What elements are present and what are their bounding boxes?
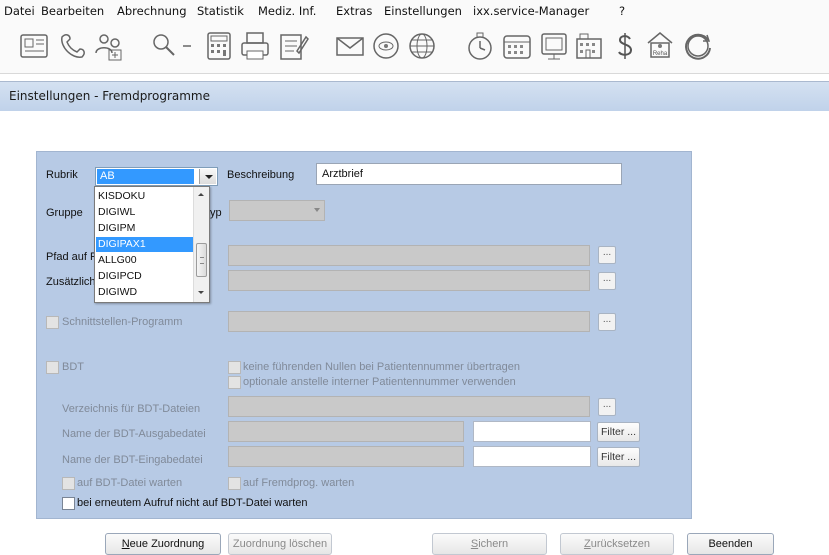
rubrik-select[interactable]: AB — [95, 167, 218, 186]
neue-zuordnung-button[interactable]: Neue Zuordnung — [105, 533, 221, 555]
dropdown-item-digiwl[interactable]: DIGIWL — [96, 205, 193, 220]
ausgabe-filter-button[interactable]: Filter ... — [597, 422, 640, 442]
bdt-checkbox[interactable] — [46, 361, 59, 374]
notepad-icon[interactable] — [276, 29, 310, 63]
beschreibung-input[interactable]: Arztbrief — [316, 163, 622, 185]
auf-fremdprog-warten-label: auf Fremdprog. warten — [243, 477, 355, 489]
pfad-input[interactable] — [228, 245, 590, 266]
dropdown-scrollbar[interactable] — [193, 187, 209, 302]
calendar-icon[interactable] — [500, 29, 534, 63]
dropdown-item-kisdoku[interactable]: KISDOKU — [96, 189, 193, 204]
typ-label: yp — [210, 207, 222, 219]
ausgabe-filter-input[interactable] — [473, 421, 591, 442]
rubrik-selected-value: AB — [97, 169, 194, 184]
pfad-browse-button[interactable]: ... — [598, 246, 616, 264]
presentation-icon[interactable] — [537, 29, 571, 63]
scroll-down-icon[interactable] — [194, 286, 209, 300]
dropdown-item-digipax1[interactable]: DIGIPAX1 — [96, 237, 193, 252]
chevron-down-icon — [314, 208, 320, 212]
mail-icon[interactable] — [333, 29, 367, 63]
printer-icon[interactable] — [238, 29, 272, 63]
toolbar: Reha — [0, 22, 829, 74]
menu-statistik[interactable]: Statistik — [197, 4, 244, 18]
keine-nullen-label: keine führenden Nullen bei Patientennumm… — [243, 361, 521, 373]
optionale-nummer-checkbox[interactable] — [228, 376, 241, 389]
eingabe-filter-input[interactable] — [473, 446, 591, 467]
schnittstelle-browse-button[interactable]: ... — [598, 313, 616, 331]
keine-nullen-checkbox[interactable] — [228, 361, 241, 374]
zusaetzlich-browse-button[interactable]: ... — [598, 272, 616, 290]
schnittstelle-label: Schnittstellen-Programm — [62, 316, 183, 328]
menu-extras[interactable]: Extras — [336, 4, 372, 18]
menu-mediz-inf[interactable]: Mediz. Inf. — [258, 4, 316, 18]
menu-abrechnung[interactable]: Abrechnung — [117, 4, 187, 18]
refresh-globe-icon[interactable] — [681, 29, 715, 63]
auf-bdt-warten-label: auf BDT-Datei warten — [77, 477, 183, 489]
dropdown-item-digiwd[interactable]: DIGIWD — [96, 285, 193, 300]
reha-label: Reha — [653, 51, 668, 57]
window-title: Einstellungen - Fremdprogramme — [9, 89, 210, 103]
erneut-aufruf-checkbox[interactable] — [62, 497, 75, 510]
eingabe-input[interactable] — [228, 446, 464, 467]
dropdown-item-allg00[interactable]: ALLG00 — [96, 253, 193, 268]
timer-icon[interactable] — [463, 29, 497, 63]
eingabe-label: Name der BDT-Eingabedatei — [62, 454, 203, 466]
globe-icon[interactable] — [405, 29, 439, 63]
chevron-down-icon[interactable] — [199, 169, 216, 184]
menu-bar: Datei Bearbeiten Abrechnung Statistik Me… — [0, 0, 829, 22]
verzeichnis-label: Verzeichnis für BDT-Dateien — [62, 403, 201, 415]
ausgabe-label: Name der BDT-Ausgabedatei — [62, 428, 206, 440]
menu-bearbeiten[interactable]: Bearbeiten — [41, 4, 104, 18]
gruppe-label: Gruppe — [46, 207, 83, 219]
search-dropdown-icon[interactable] — [147, 29, 197, 63]
schnittstelle-checkbox[interactable] — [46, 316, 59, 329]
dropdown-item-digipm[interactable]: DIGIPM — [96, 221, 193, 236]
menu-ixx-service-manager[interactable]: ixx.service-Manager — [473, 4, 589, 18]
menu-help[interactable]: ? — [619, 4, 625, 18]
typ-select[interactable] — [229, 200, 325, 221]
phone-icon[interactable] — [56, 29, 90, 63]
menu-einstellungen[interactable]: Einstellungen — [384, 4, 462, 18]
erneut-aufruf-label: bei erneutem Aufruf nicht auf BDT-Datei … — [77, 497, 308, 509]
calculator-icon[interactable] — [202, 29, 236, 63]
dropdown-item-digipcd[interactable]: DIGIPCD — [96, 269, 193, 284]
eingabe-filter-button[interactable]: Filter ... — [597, 447, 640, 467]
scroll-up-icon[interactable] — [194, 188, 209, 202]
zusaetzlich-label: Zusätzlich — [46, 276, 96, 288]
menu-datei[interactable]: Datei — [4, 4, 35, 18]
scroll-thumb[interactable] — [196, 243, 207, 277]
auf-fremdprog-warten-checkbox[interactable] — [228, 477, 241, 490]
zuruecksetzen-button[interactable]: Zurücksetzen — [560, 533, 674, 555]
ausgabe-input[interactable] — [228, 421, 464, 442]
money-icon[interactable] — [369, 29, 403, 63]
reha-icon[interactable]: Reha — [643, 29, 677, 63]
dollar-icon[interactable] — [608, 29, 642, 63]
zusaetzlich-input[interactable] — [228, 270, 590, 291]
schnittstelle-input[interactable] — [228, 311, 590, 332]
window-title-bar: Einstellungen - Fremdprogramme — [0, 81, 829, 111]
zuordnung-loeschen-button[interactable]: Zuordnung löschen — [228, 533, 332, 555]
sichern-button[interactable]: Sichern — [432, 533, 547, 555]
building-icon[interactable] — [572, 29, 606, 63]
rubrik-dropdown-list: KISDOKU DIGIWL DIGIPM DIGIPAX1 ALLG00 DI… — [94, 186, 210, 303]
beschreibung-value: Arztbrief — [322, 168, 363, 180]
beschreibung-label: Beschreibung — [227, 169, 295, 181]
beenden-button[interactable]: Beenden — [687, 533, 774, 555]
bdt-label: BDT — [62, 361, 84, 373]
patient-card-icon[interactable] — [17, 29, 51, 63]
verzeichnis-browse-button[interactable]: ... — [598, 398, 616, 416]
verzeichnis-input[interactable] — [228, 396, 590, 417]
pfad-label: Pfad auf F — [46, 251, 97, 263]
users-add-icon[interactable] — [92, 29, 126, 63]
rubrik-label: Rubrik — [46, 169, 78, 181]
auf-bdt-warten-checkbox[interactable] — [62, 477, 75, 490]
optionale-nummer-label: optionale anstelle interner Patientennum… — [243, 376, 516, 388]
